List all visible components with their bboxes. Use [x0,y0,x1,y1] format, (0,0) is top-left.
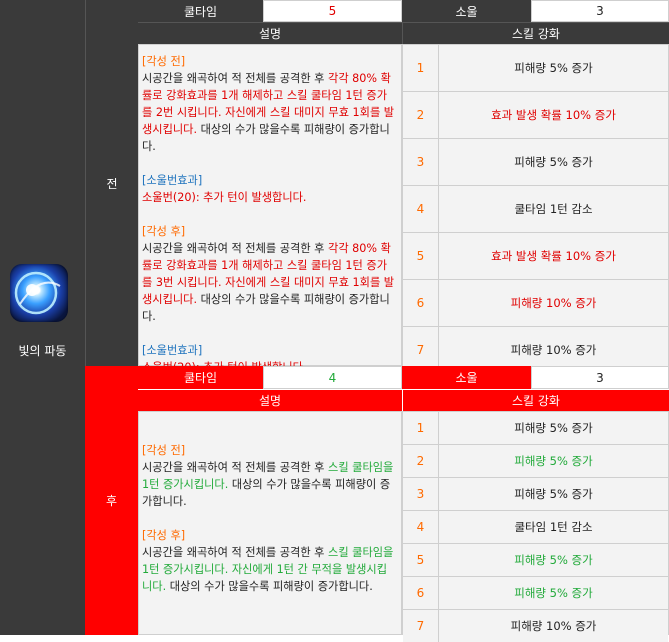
skill-name-column: 빛의 파동 [0,0,85,635]
enhance-text: 피해량 5% 증가 [514,454,593,468]
after-desc-header: 설명 [138,389,402,411]
enhance-number: 5 [403,233,439,279]
after-enhance-header: 스킬 강화 [402,389,669,411]
skill-table: 빛의 파동 전 쿨타임 5 소울 3 설명 스킬 강화 [각성 전] 시공간을 … [0,0,669,642]
enhance-row: 5 피해량 5% 증가 [403,544,668,577]
desc-text: 시공간을 왜곡하여 적 전체를 공격한 후 [142,72,329,85]
before-soulburn-title-2: [소울번효과] [142,344,203,357]
before-description: [각성 전] 시공간을 왜곡하여 적 전체를 공격한 후 각각 80% 확률로 … [138,44,402,374]
enhance-text: 쿨타임 1턴 감소 [514,202,593,216]
enhance-text: 피해량 5% 증가 [514,61,593,75]
enhance-text: 피해량 10% 증가 [510,296,597,310]
enhance-row: 1 피해량 5% 증가 [403,412,668,445]
enhance-number: 6 [403,577,439,609]
enhance-row: 3 피해량 5% 증가 [403,478,668,511]
skill-icon-frame [10,264,68,322]
before-soulburn-text-1: 소울번(20): 추가 턴이 발생합니다. [142,191,307,204]
after-cooltime-label: 쿨타임 [138,366,263,389]
enhance-row: 3 피해량 5% 증가 [403,139,668,186]
after-description: [각성 전] 시공간을 왜곡하여 적 전체를 공격한 후 스킬 쿨타임을 1턴 … [138,411,402,635]
enhance-number: 2 [403,445,439,477]
enhance-row: 4 쿨타임 1턴 감소 [403,186,668,233]
enhance-text: 피해량 5% 증가 [514,421,593,435]
before-soul-value: 3 [531,0,669,22]
after-soul-label: 소울 [402,366,531,389]
enhance-row: 6 피해량 10% 증가 [403,280,668,327]
after-awaken-before-title: [각성 전] [142,444,186,457]
enhance-number: 3 [403,478,439,510]
enhance-number: 1 [403,45,439,91]
enhance-row: 7 피해량 10% 증가 [403,610,668,642]
before-cooltime-label: 쿨타임 [138,0,263,22]
enhance-number: 4 [403,511,439,543]
before-soul-label: 소울 [402,0,531,22]
enhance-text: 피해량 5% 증가 [514,487,593,501]
before-soulburn-title-1: [소울번효과] [142,174,203,187]
enhance-number: 3 [403,139,439,185]
enhance-row: 6 피해량 5% 증가 [403,577,668,610]
enhance-number: 2 [403,92,439,138]
desc-text: 대상의 수가 많을수록 피해량이 증가합니다. [166,580,373,593]
enhance-text: 피해량 5% 증가 [514,553,593,567]
before-desc-header: 설명 [138,22,402,44]
enhance-text: 피해량 5% 증가 [514,586,593,600]
before-awaken-after-title: [각성 후] [142,225,186,238]
desc-text: 시공간을 왜곡하여 적 전체를 공격한 후 [142,242,329,255]
before-enhance-list: 1 피해량 5% 증가 2 효과 발생 확률 10% 증가 3 피해량 5% 증가 4… [402,44,669,374]
enhance-row: 4 쿨타임 1턴 감소 [403,511,668,544]
after-awaken-after-title: [각성 후] [142,529,186,542]
enhance-row: 2 피해량 5% 증가 [403,445,668,478]
enhance-text: 쿨타임 1턴 감소 [514,520,593,534]
desc-text: 시공간을 왜곡하여 적 전체를 공격한 후 [142,461,329,474]
before-awaken-before-title: [각성 전] [142,55,186,68]
enhance-row: 1 피해량 5% 증가 [403,45,668,92]
skill-name: 빛의 파동 [18,344,67,358]
before-label: 전 [85,0,138,366]
enhance-text: 피해량 10% 증가 [510,619,597,633]
before-enhance-header: 스킬 강화 [402,22,669,44]
after-cooltime-value: 4 [263,366,402,389]
enhance-number: 4 [403,186,439,232]
enhance-text: 효과 발생 확률 10% 증가 [491,249,616,263]
after-enhance-list: 1 피해량 5% 증가 2 피해량 5% 증가 3 피해량 5% 증가 4 쿨타임 1턴… [402,411,669,642]
enhance-row: 2 효과 발생 확률 10% 증가 [403,92,668,139]
light-wave-skill-icon [10,264,68,322]
enhance-row: 5 효과 발생 확률 10% 증가 [403,233,668,280]
before-cooltime-value: 5 [263,0,402,22]
enhance-number: 7 [403,610,439,642]
desc-text: 시공간을 왜곡하여 적 전체를 공격한 후 [142,546,329,559]
enhance-number: 6 [403,280,439,326]
enhance-number: 5 [403,544,439,576]
enhance-text: 효과 발생 확률 10% 증가 [491,108,616,122]
enhance-text: 피해량 5% 증가 [514,155,593,169]
after-soul-value: 3 [531,366,669,389]
after-label: 후 [85,366,138,635]
enhance-number: 1 [403,412,439,444]
